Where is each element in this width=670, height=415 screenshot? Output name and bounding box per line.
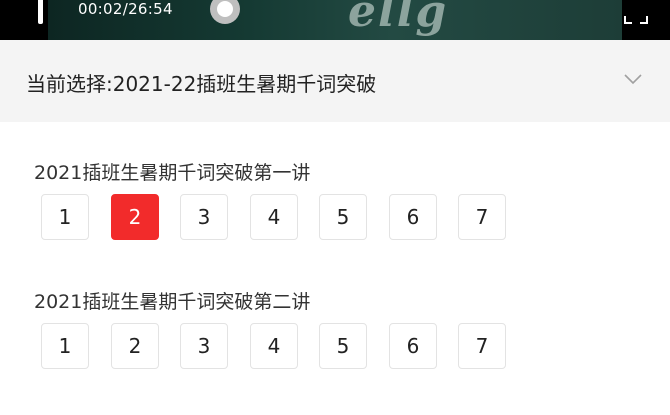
episode-button-2-5[interactable]: 5 xyxy=(319,323,367,369)
episode-button-1-1[interactable]: 1 xyxy=(41,194,89,240)
episode-button-2-7[interactable]: 7 xyxy=(458,323,506,369)
fullscreen-icon[interactable] xyxy=(624,4,648,24)
episode-button-1-5[interactable]: 5 xyxy=(319,194,367,240)
pause-icon[interactable] xyxy=(38,0,43,24)
section-title-1: 2021插班生暑期千词突破第一讲 xyxy=(34,162,311,184)
episode-button-1-6[interactable]: 6 xyxy=(389,194,437,240)
section-title-2: 2021插班生暑期千词突破第二讲 xyxy=(34,291,311,313)
episode-button-1-2[interactable]: 2 xyxy=(111,194,159,240)
episode-button-1-3[interactable]: 3 xyxy=(180,194,228,240)
progress-thumb-inner xyxy=(217,1,233,17)
episode-button-1-7[interactable]: 7 xyxy=(458,194,506,240)
episode-button-2-1[interactable]: 1 xyxy=(41,323,89,369)
video-watermark: ellg xyxy=(348,0,449,37)
time-display: 00:02/26:54 xyxy=(78,0,173,18)
episode-button-2-6[interactable]: 6 xyxy=(389,323,437,369)
course-selector[interactable]: 当前选择:2021-22插班生暑期千词突破 xyxy=(0,40,670,122)
episode-button-1-4[interactable]: 4 xyxy=(250,194,298,240)
episode-button-2-4[interactable]: 4 xyxy=(250,323,298,369)
episode-button-2-2[interactable]: 2 xyxy=(111,323,159,369)
video-player[interactable]: ellg 00:02/26:54 xyxy=(0,0,670,40)
episode-button-2-3[interactable]: 3 xyxy=(180,323,228,369)
chevron-down-icon[interactable] xyxy=(624,73,642,85)
selector-label: 当前选择:2021-22插班生暑期千词突破 xyxy=(26,72,377,96)
